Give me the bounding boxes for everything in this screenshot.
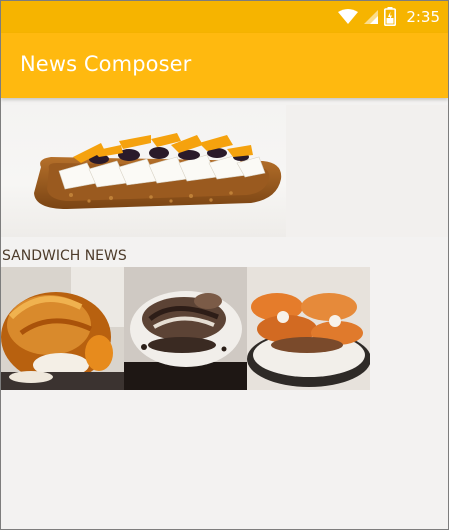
status-bar: 2:35 [1, 1, 448, 33]
roast-sandwich-illustration [1, 267, 124, 390]
status-time: 2:35 [406, 7, 440, 26]
thumbnail-row [1, 267, 370, 390]
wifi-icon [338, 8, 359, 24]
mushroom-toast-illustration [124, 267, 247, 390]
app-screen: 2:35 News Composer SANDWICH NEWS [0, 0, 449, 530]
thumbnail-salmon-toast[interactable] [247, 267, 370, 390]
signal-icon [364, 9, 379, 24]
thumbnail-roast-sandwich[interactable] [1, 267, 124, 390]
app-title: News Composer [20, 52, 192, 76]
open-sandwich-illustration [34, 105, 448, 237]
thumbnail-mushroom-toast[interactable] [124, 267, 247, 390]
hero-image[interactable] [1, 105, 448, 237]
section-title: SANDWICH NEWS [2, 248, 127, 264]
salmon-toast-illustration [247, 267, 370, 390]
status-icons: 2:35 [338, 7, 440, 26]
app-bar: News Composer [1, 33, 448, 98]
battery-icon [384, 7, 397, 26]
